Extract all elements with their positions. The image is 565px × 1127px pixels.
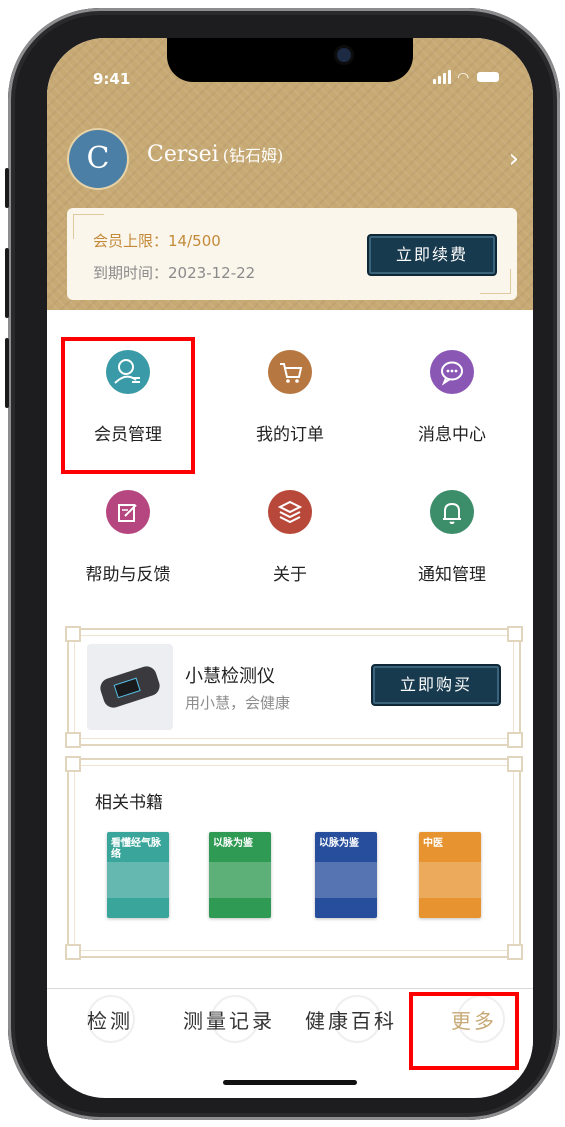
card-corner-ornament: [65, 944, 81, 960]
card-corner-ornament: [65, 756, 81, 772]
app-screen: 9:41 ◠ C Cersei (钻石姆) › 会员上限：14/500 到期时间：…: [47, 38, 533, 1098]
volume-down-button: [5, 338, 9, 408]
feedback-icon: [106, 490, 150, 534]
front-camera: [337, 48, 351, 62]
device-image: [87, 644, 173, 730]
battery-icon: [477, 72, 499, 82]
books-title: 相关书籍: [95, 793, 163, 813]
device-title: 小慧检测仪: [185, 666, 275, 687]
home-indicator: [223, 1080, 357, 1085]
layers-icon: [268, 490, 312, 534]
highlight-more-tab: [409, 992, 519, 1070]
menu-item-my-orders[interactable]: 我的订单: [209, 310, 371, 450]
volume-up-button: [5, 248, 9, 318]
expire-date: 到期时间：2023-12-22: [93, 264, 256, 282]
book-cover[interactable]: 中医: [419, 832, 481, 918]
mute-switch: [5, 168, 9, 208]
menu-item-notification-settings[interactable]: 通知管理: [371, 450, 533, 590]
tab-measure-records[interactable]: 测量记录: [183, 1005, 275, 1034]
tab-health-wiki[interactable]: 健康百科: [305, 1005, 397, 1034]
menu-item-about[interactable]: 关于: [209, 450, 371, 590]
menu-label: 消息中心: [418, 425, 486, 445]
menu-label: 关于: [273, 565, 307, 585]
wifi-icon: ◠: [457, 70, 470, 86]
menu-label: 通知管理: [418, 565, 486, 585]
card-corner-ornament: [507, 626, 523, 642]
card-corner-ornament: [65, 626, 81, 642]
card-corner-ornament: [507, 756, 523, 772]
device-promo-card: 小慧检测仪 用小慧，会健康 立即购买: [65, 626, 523, 748]
highlight-member-management: [61, 337, 195, 474]
avatar[interactable]: C: [69, 130, 127, 188]
cart-icon: [268, 350, 312, 394]
card-corner-ornament: [507, 732, 523, 748]
card-corner-ornament: [507, 944, 523, 960]
status-icons: ◠: [433, 68, 499, 86]
signal-icon: [433, 79, 436, 84]
username[interactable]: Cersei (钻石姆): [147, 142, 283, 167]
menu-item-message-center[interactable]: 消息中心: [371, 310, 533, 450]
membership-card: 会员上限：14/500 到期时间：2023-12-22 立即续费: [67, 208, 517, 300]
device-subtitle: 用小慧，会健康: [185, 694, 291, 712]
renew-button[interactable]: 立即续费: [367, 234, 497, 276]
book-cover[interactable]: 以脉为鉴: [315, 832, 377, 918]
menu-label: 帮助与反馈: [85, 565, 171, 585]
status-time: 9:41: [93, 70, 131, 88]
chevron-right-icon[interactable]: ›: [509, 144, 519, 174]
book-cover[interactable]: 以脉为鉴: [209, 832, 271, 918]
bell-icon: [430, 490, 474, 534]
member-limit: 会员上限：14/500: [93, 232, 221, 250]
tab-detect[interactable]: 检测: [87, 1005, 133, 1034]
member-level: (钻石姆): [222, 146, 284, 165]
books-card: 相关书籍 看懂经气脉络 以脉为鉴 以脉为鉴 中医: [65, 756, 523, 960]
username-text: Cersei: [147, 142, 219, 167]
book-cover[interactable]: 看懂经气脉络: [107, 832, 169, 918]
menu-label: 我的订单: [256, 425, 324, 445]
message-icon: [430, 350, 474, 394]
buy-now-button[interactable]: 立即购买: [371, 664, 501, 706]
notch: [167, 38, 413, 82]
card-corner-ornament: [65, 732, 81, 748]
